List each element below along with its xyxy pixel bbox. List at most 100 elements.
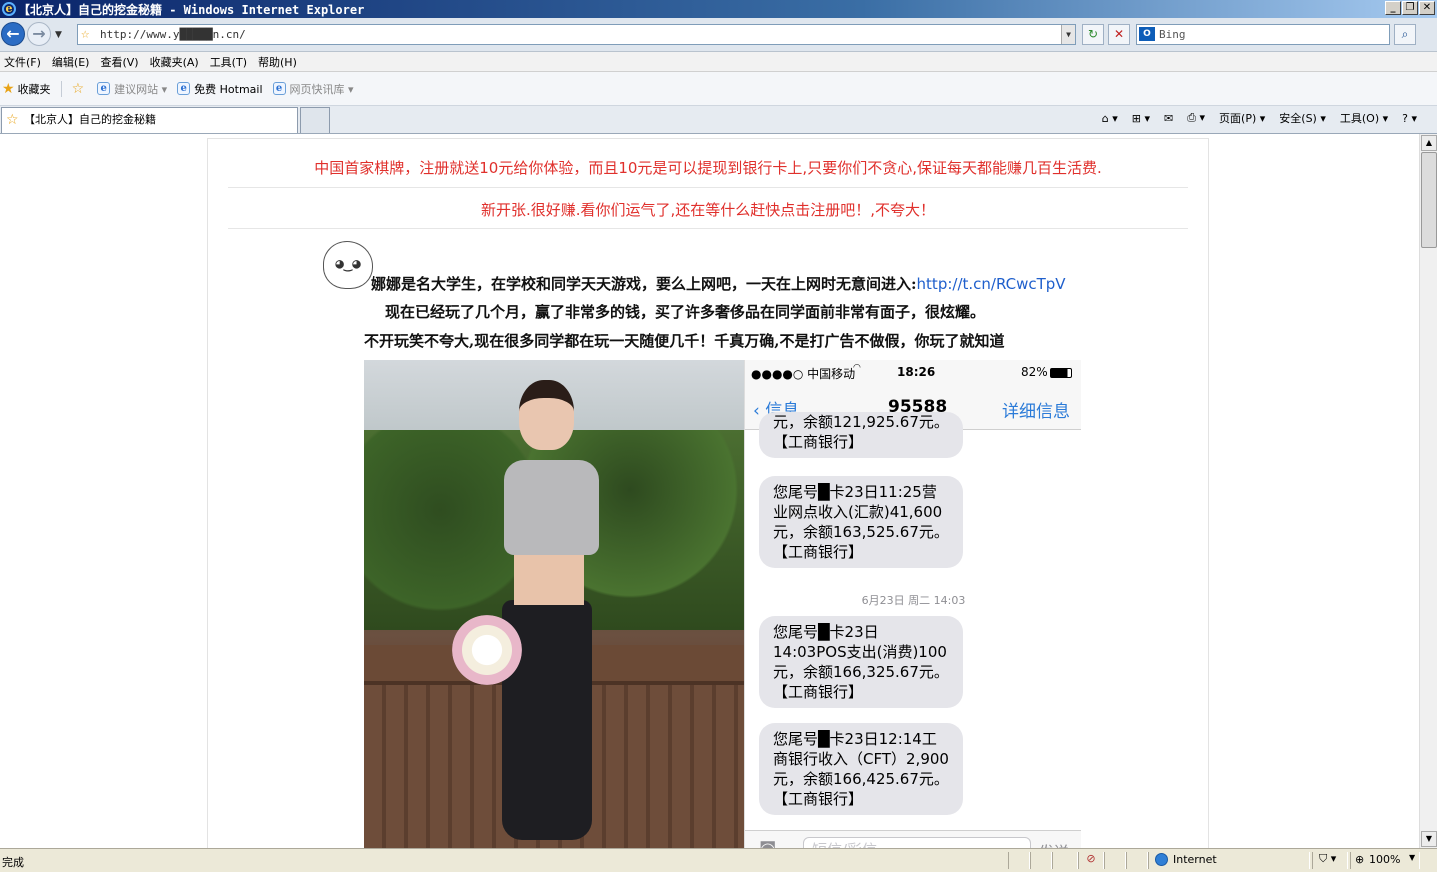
safety-menu-button[interactable]: 安全(S) ▾ bbox=[1279, 110, 1326, 126]
window-title-bar: e 【北京人】自己的挖金秘籍 - Windows Internet Explor… bbox=[0, 0, 1437, 18]
zoom-icon: ⊕ bbox=[1355, 853, 1365, 866]
search-placeholder: Bing bbox=[1159, 28, 1186, 41]
menu-file[interactable]: 文件(F) bbox=[4, 54, 41, 70]
new-tab-button[interactable] bbox=[300, 107, 330, 133]
add-favorites-button[interactable]: ☆ bbox=[72, 81, 88, 97]
paragraph-2: 现在已经玩了几个月，赢了非常多的钱，买了许多奢侈品在同学面前非常有面子，很炫耀。 bbox=[385, 303, 986, 321]
divider bbox=[228, 187, 1188, 188]
sms-input-bar: ◙ 短信/彩信 发送 bbox=[745, 830, 1081, 848]
refresh-button[interactable]: ↻ bbox=[1082, 24, 1104, 45]
close-window-button[interactable]: ✕ bbox=[1419, 1, 1435, 15]
recent-pages-dropdown[interactable]: ▼ bbox=[55, 30, 62, 40]
scroll-down-button[interactable]: ▼ bbox=[1421, 831, 1437, 847]
menu-bar: 文件(F) 编辑(E) 查看(V) 收藏夹(A) 工具(T) 帮助(H) bbox=[0, 52, 1437, 72]
command-bar: ⌂ ▾ ⊞ ▾ ✉ ⎙ ▾ 页面(P) ▾ 安全(S) ▾ 工具(O) ▾ ? … bbox=[1088, 110, 1417, 126]
window-title: 【北京人】自己的挖金秘籍 - Windows Internet Explorer bbox=[18, 2, 365, 17]
help-menu-button[interactable]: ? ▾ bbox=[1402, 112, 1417, 125]
promo-photo[interactable] bbox=[364, 360, 744, 848]
status-text: 完成 bbox=[2, 856, 24, 869]
sms-message: 您尾号█卡23日11:25营 业网点收入(汇款)41,600 元，余额163,5… bbox=[759, 476, 963, 568]
photo-flowers bbox=[452, 615, 522, 685]
sms-message: 您尾号█卡23日12:14工 商银行收入（CFT）2,900 元，余额166,4… bbox=[759, 723, 963, 815]
ie-page-icon: e bbox=[97, 82, 111, 95]
back-button[interactable]: ← bbox=[1, 22, 25, 46]
sms-details-button[interactable]: 详细信息 bbox=[1002, 397, 1070, 422]
phone-status-bar: ●●●●○ 中国移动 ◠ 18:26 82% bbox=[745, 360, 1081, 386]
divider bbox=[228, 228, 1188, 229]
scroll-up-button[interactable]: ▲ bbox=[1421, 135, 1437, 151]
promo-link[interactable]: http://t.cn/RCwcTpV bbox=[917, 275, 1066, 293]
favorites-bar: ★ 收藏夹 ☆ e 建议网站 ▾ e 免费 Hotmail e 网页快讯库 ▾ bbox=[0, 72, 1437, 106]
address-toolbar: ← → ▼ ☆ http://www.y█████n.cn/ ▼ ↻ ✕ O B… bbox=[0, 18, 1437, 52]
ie-page-icon: e bbox=[177, 82, 191, 95]
favorites-button[interactable]: ★ 收藏夹 bbox=[2, 80, 62, 97]
menu-tools[interactable]: 工具(T) bbox=[210, 54, 247, 70]
search-input[interactable]: O Bing bbox=[1136, 24, 1390, 45]
menu-favorites[interactable]: 收藏夹(A) bbox=[150, 54, 199, 70]
page-container: 中国首家棋牌，注册就送10元给你体验，而且10元是可以提现到银行卡上,只要你们不… bbox=[207, 138, 1209, 848]
url-text: http://www.y█████n.cn/ bbox=[100, 28, 246, 41]
maximize-button[interactable]: ❐ bbox=[1402, 1, 1418, 15]
suggested-sites-link[interactable]: e 建议网站 ▾ bbox=[97, 81, 167, 97]
paragraph-1: 娜娜是名大学生，在学校和同学天天游戏，要么上网吧，一天在上网时无意间进入:htt… bbox=[371, 273, 1066, 294]
forward-button[interactable]: → bbox=[27, 22, 51, 46]
menu-edit[interactable]: 编辑(E) bbox=[52, 54, 90, 70]
minimize-button[interactable]: _ bbox=[1385, 1, 1401, 15]
photo-figure-waist bbox=[514, 550, 584, 605]
status-bar: 完成 ⊘ Internet ⛉ ▾ ⊕ 100% ▼ bbox=[0, 848, 1437, 872]
web-slice-gallery-link[interactable]: e 网页快讯库 ▾ bbox=[272, 81, 354, 97]
feeds-button[interactable]: ⊞ ▾ bbox=[1132, 112, 1150, 125]
address-dropdown-button[interactable]: ▼ bbox=[1061, 25, 1075, 44]
paragraph-1-text: 娜娜是名大学生，在学校和同学天天游戏，要么上网吧，一天在上网时无意间进入: bbox=[371, 275, 917, 293]
web-slice-gallery-label: 网页快讯库 ▾ bbox=[289, 82, 354, 96]
protected-mode-button[interactable]: ⛉ ▾ bbox=[1312, 852, 1348, 869]
chevron-down-icon: ▼ bbox=[1409, 853, 1416, 862]
stop-button[interactable]: ✕ bbox=[1108, 24, 1130, 45]
photo-figure-head bbox=[519, 380, 574, 450]
sms-date: 6月23日 周二 14:03 bbox=[861, 594, 966, 607]
banner-line-1[interactable]: 中国首家棋牌，注册就送10元给你体验，而且10元是可以提现到银行卡上,只要你们不… bbox=[228, 157, 1188, 178]
print-button[interactable]: ⎙ ▾ bbox=[1187, 111, 1205, 125]
favorites-star-icon: ★ bbox=[2, 80, 15, 97]
tools-menu-button[interactable]: 工具(O) ▾ bbox=[1340, 110, 1388, 126]
globe-icon bbox=[1155, 853, 1168, 866]
security-zone[interactable]: Internet bbox=[1148, 852, 1310, 869]
read-mail-button[interactable]: ✉ bbox=[1164, 112, 1173, 125]
status-cell bbox=[1104, 852, 1126, 869]
banner-line-2[interactable]: 新开张.很好赚.看你们运气了,还在等什么赶快点击注册吧！,不夸大！ bbox=[228, 199, 1188, 220]
search-provider-icon: O bbox=[1139, 27, 1155, 41]
tab-title: 【北京人】自己的挖金秘籍 bbox=[24, 113, 156, 126]
status-cell bbox=[1030, 852, 1052, 869]
tab-active[interactable]: ☆ 【北京人】自己的挖金秘籍 bbox=[1, 107, 298, 133]
status-cell bbox=[1008, 852, 1030, 869]
arrow-left-icon: ← bbox=[6, 24, 20, 43]
page-viewport: 中国首家棋牌，注册就送10元给你体验，而且10元是可以提现到银行卡上,只要你们不… bbox=[0, 134, 1419, 848]
arrow-right-icon: → bbox=[32, 24, 46, 43]
tab-favicon-icon: ☆ bbox=[6, 112, 19, 128]
page-menu-button[interactable]: 页面(P) ▾ bbox=[1219, 110, 1265, 126]
menu-help[interactable]: 帮助(H) bbox=[258, 54, 297, 70]
add-favorite-icon: ☆ bbox=[71, 80, 85, 97]
ie-logo-icon: e bbox=[2, 2, 16, 16]
sms-send-button: 发送 bbox=[1039, 841, 1069, 848]
tab-row: ☆ 【北京人】自己的挖金秘籍 ⌂ ▾ ⊞ ▾ ✉ ⎙ ▾ 页面(P) ▾ 安全(… bbox=[0, 106, 1437, 134]
vertical-scrollbar[interactable]: ▲ ▼ bbox=[1419, 134, 1437, 848]
popup-blocked-icon[interactable]: ⊘ bbox=[1078, 852, 1104, 869]
favorites-label: 收藏夹 bbox=[17, 82, 51, 96]
status-cell bbox=[1126, 852, 1148, 869]
search-button[interactable]: ⌕ bbox=[1394, 24, 1416, 45]
menu-view[interactable]: 查看(V) bbox=[100, 54, 138, 70]
sms-message: 您尾号█卡23日 14:03POS支出(消费)100 元，余额166,325.6… bbox=[759, 616, 963, 708]
paragraph-3: 不开玩笑不夸大,现在很多同学都在玩一天随便几千！千真万确,不是打广告不做假，你玩… bbox=[364, 332, 1005, 350]
zoom-level: 100% bbox=[1369, 853, 1401, 866]
zoom-button[interactable]: ⊕ 100% ▼ bbox=[1350, 852, 1420, 869]
status-cell bbox=[1052, 852, 1078, 869]
address-input[interactable]: ☆ http://www.y█████n.cn/ ▼ bbox=[77, 24, 1076, 45]
scroll-thumb[interactable] bbox=[1421, 152, 1437, 248]
sms-screenshot: ●●●●○ 中国移动 ◠ 18:26 82% ‹ 信息 95588 详细信息 元… bbox=[744, 360, 1081, 848]
wifi-icon: ◠ bbox=[853, 363, 861, 373]
home-button[interactable]: ⌂ ▾ bbox=[1102, 112, 1118, 125]
sms-message: 元，余额121,925.67元。 【工商银行】 bbox=[759, 412, 963, 458]
free-hotmail-link[interactable]: e 免费 Hotmail bbox=[177, 81, 263, 97]
photo-figure-top bbox=[504, 460, 599, 555]
